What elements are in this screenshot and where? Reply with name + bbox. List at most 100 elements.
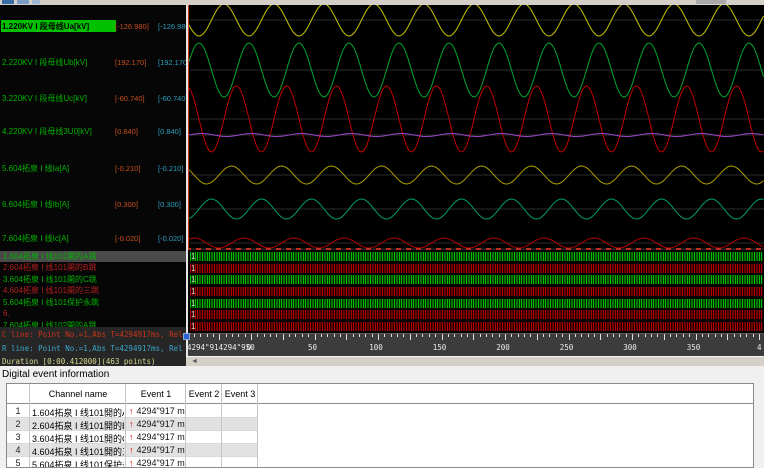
cursor-handle[interactable] xyxy=(183,333,190,340)
table-gridline xyxy=(125,384,126,467)
event1-time: 4294"917 ms xyxy=(136,458,186,468)
analog-channel-row[interactable]: 3.220KV I 段母线Uc[kV] [-60.740] [-60.740] xyxy=(0,93,186,105)
ruler-tick xyxy=(505,334,506,340)
digital-channel-row[interactable]: 1.604拓泉 I 线101開的A跳 xyxy=(0,251,186,262)
ruler-tick-label: 150 xyxy=(432,343,447,352)
channel-value-primary: [-126.980] xyxy=(115,22,149,31)
event-table-row[interactable]: 2 2.604拓泉 I 线101開的B跳 ↑4294"917 ms xyxy=(7,418,257,431)
event-table-row[interactable]: 3 3.604拓泉 I 线101開的C跳 ↑4294"917 ms xyxy=(7,431,257,444)
analog-channel-row[interactable]: 5.604拓泉 I 线Ia[A] [-0.210] [-0.210] xyxy=(0,163,186,175)
toolbar-fragment-icon[interactable] xyxy=(17,0,29,4)
ruler-tick xyxy=(708,334,710,337)
ruler-tick xyxy=(651,334,652,337)
analog-channel-row[interactable]: 6.604拓泉 I 线Ib[A] [0.300] [0.300] xyxy=(0,199,186,211)
ruler-tick xyxy=(365,334,367,337)
event-table-row[interactable]: 4 4.604拓泉 I 线101開的三跳 ↑4294"917 ms xyxy=(7,444,257,457)
ruler-tick xyxy=(308,334,310,337)
digital-bar-state: 1 xyxy=(191,286,196,296)
analog-channel-row[interactable]: 1.220KV I 段母线Ua[kV] [-126.980] [-126.980… xyxy=(0,20,186,33)
channel-label: 4.220KV I 段母线3U0[kV] xyxy=(2,127,92,136)
ruler-tick-label: 100 xyxy=(369,343,383,352)
ruler-tick xyxy=(492,334,494,337)
ruler-tick xyxy=(479,334,481,337)
ruler-tick xyxy=(244,334,246,337)
channel-value-secondary: [192.170] xyxy=(158,58,186,67)
rising-edge-icon: ↑ xyxy=(129,432,134,442)
ruler-tick xyxy=(352,334,354,337)
analog-channel-row[interactable]: 2.220KV I 段母线Ub[kV] [192.170] [192.170] xyxy=(0,57,186,69)
ruler-tick xyxy=(689,334,691,337)
ruler-tick xyxy=(581,334,583,337)
channel-value-primary: [0.300] xyxy=(115,200,138,209)
ruler-tick xyxy=(473,334,475,340)
digital-channel-row[interactable]: 6. xyxy=(0,308,186,319)
row-channel: 5.604拓泉 I 线101保护永跳 xyxy=(32,460,124,468)
digital-channel-row[interactable]: 3.604拓泉 I 线101開的C跳 xyxy=(0,274,186,285)
table-gridline xyxy=(221,384,222,467)
ruler-tick-label: 300 xyxy=(623,343,637,352)
row-event1: ↑ 4294"917 ms xyxy=(129,432,185,442)
event-table-header: Channel name Event 1 Event 2 Event 3 xyxy=(7,384,753,404)
ruler-tick xyxy=(587,334,589,337)
scroll-left-arrow-icon[interactable]: ◄ xyxy=(191,357,198,366)
ruler-tick xyxy=(562,334,564,337)
digital-channel-row[interactable]: 2.604拓泉 I 线101開的B跳 xyxy=(0,262,186,273)
ruler-tick xyxy=(746,334,748,337)
channel-value-primary: [192.170] xyxy=(115,58,147,67)
event1-time: 4294"917 ms xyxy=(136,432,186,442)
ruler-tick xyxy=(346,334,348,340)
panel-divider[interactable] xyxy=(186,5,188,356)
status-duration: Duration [0:00.412000](463 points) xyxy=(2,357,156,366)
channel-value-primary: [0.840] xyxy=(115,127,138,136)
ruler-tick xyxy=(536,334,538,340)
ruler-tick xyxy=(670,334,672,337)
toolbar-fragment-icon[interactable] xyxy=(2,0,14,4)
ruler-tick xyxy=(416,334,418,337)
channel-label: 5.604拓泉 I 线Ia[A] xyxy=(2,164,70,173)
rising-edge-icon: ↑ xyxy=(129,406,134,416)
time-ruler[interactable]: 4294"914294"950 0 50 100 150 200 250 300 350 4 xyxy=(186,333,764,356)
digital-event-section: Digital event information Channel name E… xyxy=(0,366,764,468)
event-table-row[interactable]: 5 5.604拓泉 I 线101保护永跳 ↑4294"917 ms xyxy=(7,457,257,468)
ruler-tick xyxy=(759,334,760,340)
ruler-tick xyxy=(219,334,221,340)
row-number: 3 xyxy=(15,432,21,442)
horizontal-scrollbar[interactable]: ◄ xyxy=(186,356,764,366)
channel-label: 7.604拓泉 I 线Ic[A] xyxy=(2,234,69,243)
ruler-tick xyxy=(676,334,678,337)
ruler-tick xyxy=(200,334,202,337)
digital-channel-row[interactable]: 5.604拓泉 I 线101保护永跳 xyxy=(0,297,186,308)
fault-recorder-window: 1.220KV I 段母线Ua[kV] [-126.980] [-126.980… xyxy=(0,0,764,468)
ruler-cursor-label: 4294"914294"950 xyxy=(187,343,255,352)
analog-waveforms xyxy=(188,5,764,249)
ruler-tick xyxy=(460,334,462,337)
ruler-tick xyxy=(441,334,443,340)
ruler-tick-label: 250 xyxy=(559,343,574,352)
ruler-tick xyxy=(524,334,525,337)
row-event1: ↑ 4294"917 ms xyxy=(129,445,185,455)
ruler-tick xyxy=(314,334,316,340)
digital-bar: 1 xyxy=(190,321,763,331)
digital-bar: 1 xyxy=(190,263,763,273)
digital-channel-row[interactable]: 4.604拓泉 I 线101開的三跳 xyxy=(0,285,186,296)
ruler-tick xyxy=(371,334,373,337)
ruler-tick xyxy=(727,334,729,340)
row-event1: ↑ 4294"917 ms xyxy=(129,419,185,429)
digital-bar-state: 1 xyxy=(191,275,196,285)
channel-value-secondary: [0.300] xyxy=(158,200,181,209)
ruler-tick xyxy=(720,334,722,337)
event-table-row[interactable]: 1 1.604拓泉 I 线101開的A跳 ↑4294"917 ms xyxy=(7,405,257,418)
cursor-line[interactable] xyxy=(188,5,189,248)
toolbar-fragment-icon[interactable] xyxy=(32,0,40,4)
ruler-tick xyxy=(206,334,208,337)
digital-bar-state: 1 xyxy=(191,252,196,261)
waveform-canvas[interactable]: 1111111 4294"914294"950 0 50 100 150 200 250 30… xyxy=(186,5,764,366)
channel-value-secondary: [-60.740] xyxy=(158,94,186,103)
analog-channel-row[interactable]: 7.604拓泉 I 线Ic[A] [-0.020] [-0.020] xyxy=(0,233,186,245)
analog-channel-row[interactable]: 4.220KV I 段母线3U0[kV] [0.840] [0.840] xyxy=(0,126,186,138)
digital-bar: 1 xyxy=(190,275,763,285)
channel-list-panel: 1.220KV I 段母线Ua[kV] [-126.980] [-126.980… xyxy=(0,5,186,366)
ruler-tick xyxy=(530,334,532,337)
channel-value-primary: [-0.210] xyxy=(115,164,141,173)
ruler-tick xyxy=(390,334,392,337)
